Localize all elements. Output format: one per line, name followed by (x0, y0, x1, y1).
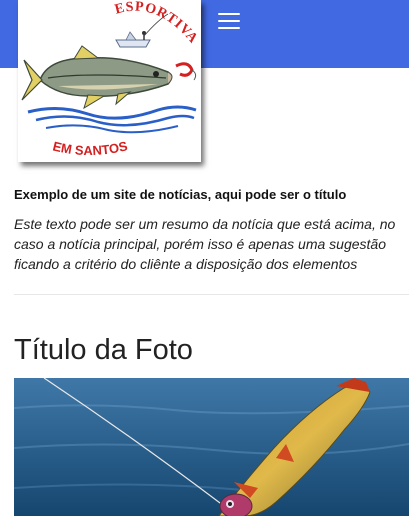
divider (14, 294, 409, 295)
photo-title: Título da Foto (14, 334, 193, 366)
news-headline[interactable]: Exemplo de um site de notícias, aqui pod… (14, 187, 399, 202)
logo-text-bottom: EM SANTOS (51, 138, 129, 158)
site-logo[interactable]: ESPORTIVA EM SANTOS (18, 0, 201, 162)
featured-photo[interactable] (14, 378, 409, 516)
hamburger-menu-icon[interactable] (218, 10, 244, 32)
news-summary: Este texto pode ser um resumo da notícia… (14, 216, 396, 272)
svg-text:EM SANTOS: EM SANTOS (51, 138, 129, 158)
